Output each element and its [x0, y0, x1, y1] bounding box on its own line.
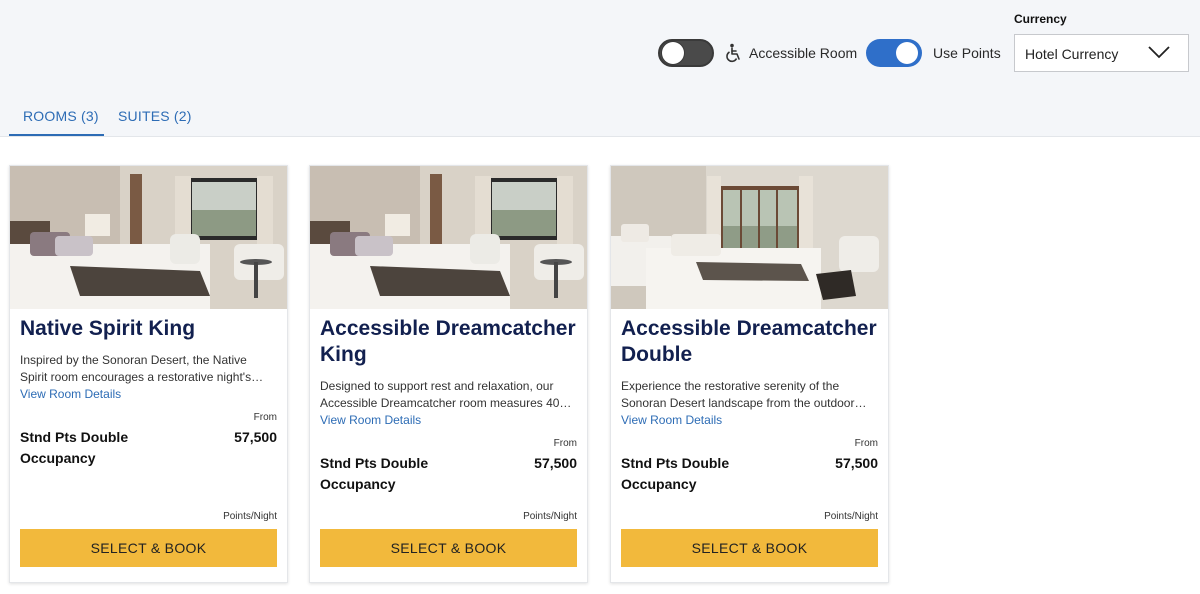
chevron-down-icon — [1148, 46, 1170, 59]
select-book-button[interactable]: SELECT & BOOK — [621, 529, 878, 567]
wheelchair-icon — [726, 43, 740, 63]
accessible-room-label: Accessible Room — [749, 45, 858, 61]
toggle-knob — [662, 42, 684, 64]
rate-line: Stnd Pts Double — [621, 455, 730, 471]
toggle-knob — [896, 42, 918, 64]
use-points-toggle[interactable] — [866, 39, 922, 67]
points-price: 57,500 — [534, 455, 577, 471]
from-label: From — [553, 438, 577, 449]
rate-line: Occupancy — [621, 476, 697, 492]
view-room-details-link[interactable]: View Room Details — [20, 387, 121, 401]
tab-suites[interactable]: SUITES (2) — [118, 108, 192, 124]
room-description: Inspired by the Sonoran Desert, the Nati… — [20, 352, 278, 386]
rate-name: Stnd Pts Double Occupancy — [20, 427, 160, 469]
use-points-label: Use Points — [933, 45, 1001, 61]
currency-select[interactable]: Hotel Currency — [1014, 34, 1189, 72]
title-line: Double — [621, 343, 693, 366]
description-line: Experience the restorative serenity of t… — [621, 379, 840, 393]
description-line: Sonoran Desert landscape from the outdoo… — [621, 396, 867, 410]
room-title: Accessible Dreamcatcher King — [320, 316, 578, 368]
rate-line: Occupancy — [20, 450, 96, 466]
select-book-button[interactable]: SELECT & BOOK — [20, 529, 277, 567]
from-label: From — [253, 412, 277, 423]
room-title: Native Spirit King — [20, 317, 196, 340]
currency-label: Currency — [1014, 12, 1067, 26]
title-line: King — [320, 343, 367, 366]
rate-name: Stnd Pts Double Occupancy — [621, 453, 761, 495]
title-line: Accessible Dreamcatcher — [320, 317, 576, 340]
points-per-night-label: Points/Night — [824, 511, 878, 522]
room-description: Experience the restorative serenity of t… — [621, 378, 879, 412]
description-line: Designed to support rest and relaxation,… — [320, 379, 554, 393]
points-per-night-label: Points/Night — [523, 511, 577, 522]
room-photo[interactable] — [611, 166, 888, 309]
rate-name: Stnd Pts Double Occupancy — [320, 453, 460, 495]
points-price: 57,500 — [234, 429, 277, 445]
view-room-details-link[interactable]: View Room Details — [621, 413, 722, 427]
description-line: Accessible Dreamcatcher room measures 40… — [320, 396, 572, 410]
room-card: Accessible Dreamcatcher Double Experienc… — [610, 165, 889, 583]
rate-line: Occupancy — [320, 476, 396, 492]
from-label: From — [854, 438, 878, 449]
room-card: Native Spirit King Inspired by the Sonor… — [9, 165, 288, 583]
description-line: Inspired by the Sonoran Desert, the Nati… — [20, 353, 247, 367]
title-line: Accessible Dreamcatcher — [621, 317, 877, 340]
rate-line: Stnd Pts Double — [320, 455, 429, 471]
room-title: Accessible Dreamcatcher Double — [621, 316, 879, 368]
view-room-details-link[interactable]: View Room Details — [320, 413, 421, 427]
tab-rooms[interactable]: ROOMS (3) — [23, 108, 99, 124]
description-line: Spirit room encourages a restorative nig… — [20, 370, 264, 384]
rate-line: Stnd Pts Double — [20, 429, 129, 445]
currency-value: Hotel Currency — [1025, 46, 1119, 62]
points-price: 57,500 — [835, 455, 878, 471]
points-per-night-label: Points/Night — [223, 511, 277, 522]
room-description: Designed to support rest and relaxation,… — [320, 378, 578, 412]
active-tab-indicator — [9, 134, 104, 136]
filter-bar: Accessible Room Use Points Currency Hote… — [0, 0, 1200, 137]
room-card: Accessible Dreamcatcher King Designed to… — [309, 165, 588, 583]
room-photo[interactable] — [10, 166, 287, 309]
select-book-button[interactable]: SELECT & BOOK — [320, 529, 577, 567]
room-photo[interactable] — [310, 166, 587, 309]
accessible-room-toggle[interactable] — [658, 39, 714, 67]
